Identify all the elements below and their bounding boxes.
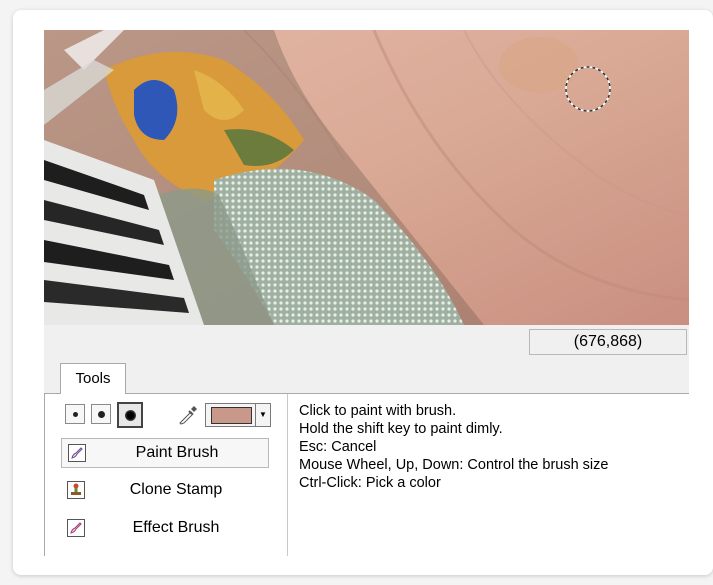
help-line: Esc: Cancel [299,439,377,455]
brush-size-medium-button[interactable] [91,404,111,424]
brush-size-small-button[interactable] [65,404,85,424]
help-line: Ctrl-Click: Pick a color [299,475,441,491]
tools-panel: ▼ Paint Brush Clone Stamp Effect Brush C… [44,394,689,556]
help-line: Hold the shift key to paint dimly. [299,421,503,437]
help-text: Click to paint with brush. Hold the shif… [299,402,689,492]
tab-tools[interactable]: Tools [60,363,126,395]
clone-stamp-icon [67,481,85,499]
tool-label: Effect Brush [132,519,220,536]
effect-brush-icon [67,519,85,537]
tool-effect-brush[interactable]: Effect Brush [61,514,269,544]
image-canvas[interactable] [44,30,689,325]
tool-label: Clone Stamp [129,481,223,498]
chevron-down-icon[interactable]: ▼ [255,404,270,426]
paint-brush-icon [68,444,86,462]
editor-window: (676,868) Tools ▼ Paint Brush Clone Stam… [44,30,689,556]
tool-label: Paint Brush [135,444,219,461]
small-dot-icon [72,411,78,417]
toolbox: ▼ Paint Brush Clone Stamp Effect Brush [45,394,288,556]
photo [44,30,689,325]
tab-strip: Tools [44,361,689,395]
tool-paint-brush[interactable]: Paint Brush [61,438,269,468]
brush-color-picker[interactable]: ▼ [205,403,271,427]
brush-size-large-button[interactable] [117,402,143,428]
eyedropper-icon[interactable] [176,403,200,427]
tool-clone-stamp[interactable]: Clone Stamp [61,476,269,506]
color-swatch [211,407,252,424]
help-line: Click to paint with brush. [299,403,457,419]
status-bar: (676,868) [44,325,689,361]
coordinate-readout: (676,868) [529,329,687,355]
large-dot-icon [124,409,136,421]
help-line: Mouse Wheel, Up, Down: Control the brush… [299,457,609,473]
medium-dot-icon [97,410,105,418]
